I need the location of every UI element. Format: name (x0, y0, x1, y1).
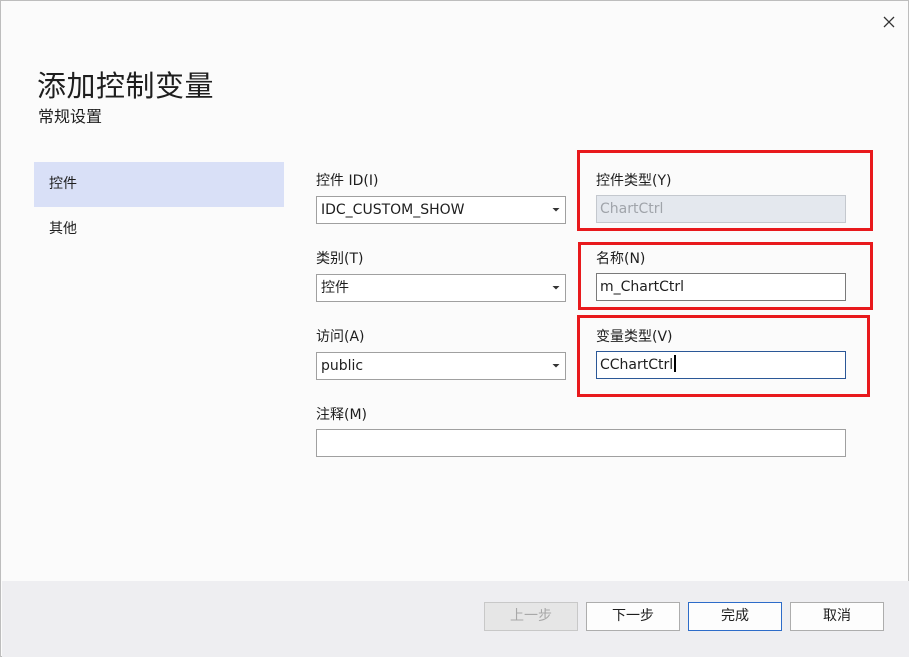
control-type-label: 控件类型(Y) (596, 173, 672, 189)
close-icon (883, 16, 895, 28)
comment-field[interactable] (316, 429, 846, 457)
category-dropdown[interactable]: 控件 (316, 274, 566, 302)
text-caret (674, 355, 677, 372)
control-id-value: IDC_CUSTOM_SHOW (321, 202, 465, 218)
access-label: 访问(A) (316, 329, 365, 345)
variable-type-value: CChartCtrl (600, 357, 674, 373)
variable-type-label: 变量类型(V) (596, 329, 673, 345)
access-dropdown[interactable]: public (316, 352, 566, 380)
chevron-down-icon (551, 363, 561, 369)
settings-nav: 控件 其他 (34, 162, 284, 252)
category-value: 控件 (321, 280, 349, 296)
name-field[interactable]: m_ChartCtrl (596, 273, 846, 301)
control-id-label: 控件 ID(I) (316, 173, 379, 189)
cancel-button[interactable]: 取消 (790, 602, 884, 631)
next-button[interactable]: 下一步 (586, 602, 680, 631)
comment-label: 注释(M) (316, 407, 368, 423)
dialog-footer: 上一步 下一步 完成 取消 (2, 581, 909, 657)
control-type-field: ChartCtrl (596, 195, 846, 223)
variable-type-field[interactable]: CChartCtrl (596, 351, 846, 379)
add-control-variable-dialog: 添加控制变量 常规设置 控件 其他 控件 ID(I) IDC_CUSTOM_SH… (0, 0, 909, 657)
close-button[interactable] (878, 11, 900, 33)
dialog-title: 添加控制变量 (37, 69, 215, 103)
access-value: public (321, 358, 364, 374)
name-label: 名称(N) (596, 251, 646, 267)
chevron-down-icon (551, 285, 561, 291)
previous-button[interactable]: 上一步 (484, 602, 578, 631)
category-label: 类别(T) (316, 251, 364, 267)
nav-item-other[interactable]: 其他 (34, 207, 284, 252)
control-id-dropdown[interactable]: IDC_CUSTOM_SHOW (316, 196, 566, 224)
chevron-down-icon (551, 207, 561, 213)
dialog-subtitle: 常规设置 (38, 107, 103, 126)
nav-item-controls[interactable]: 控件 (34, 162, 284, 207)
finish-button[interactable]: 完成 (688, 602, 782, 631)
